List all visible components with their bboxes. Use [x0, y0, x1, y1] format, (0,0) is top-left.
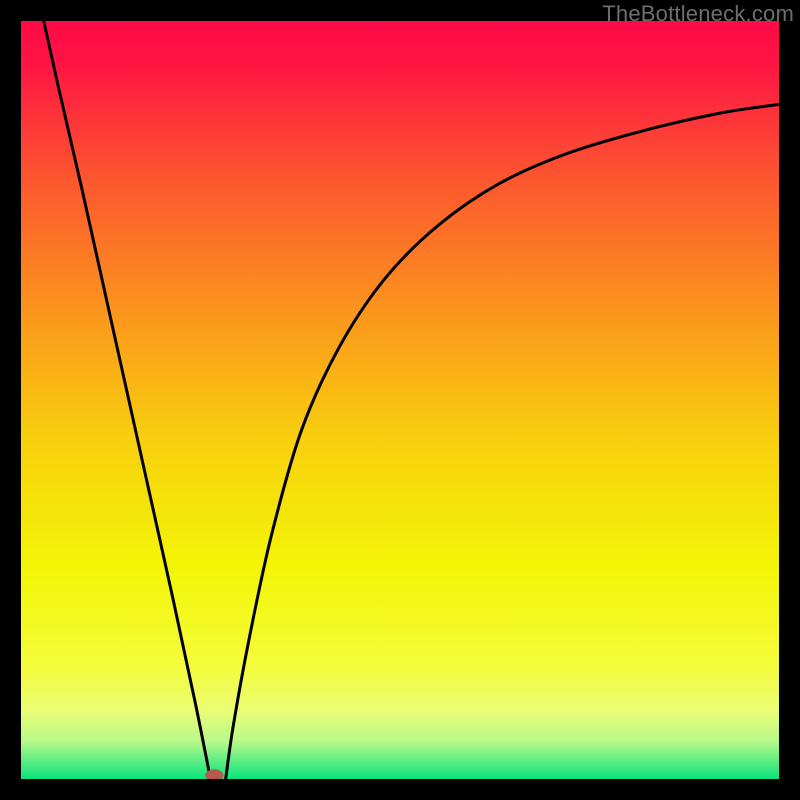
bottleneck-chart [21, 21, 779, 779]
gradient-background [21, 21, 779, 779]
watermark-text: TheBottleneck.com [602, 1, 794, 27]
chart-frame [21, 21, 779, 779]
